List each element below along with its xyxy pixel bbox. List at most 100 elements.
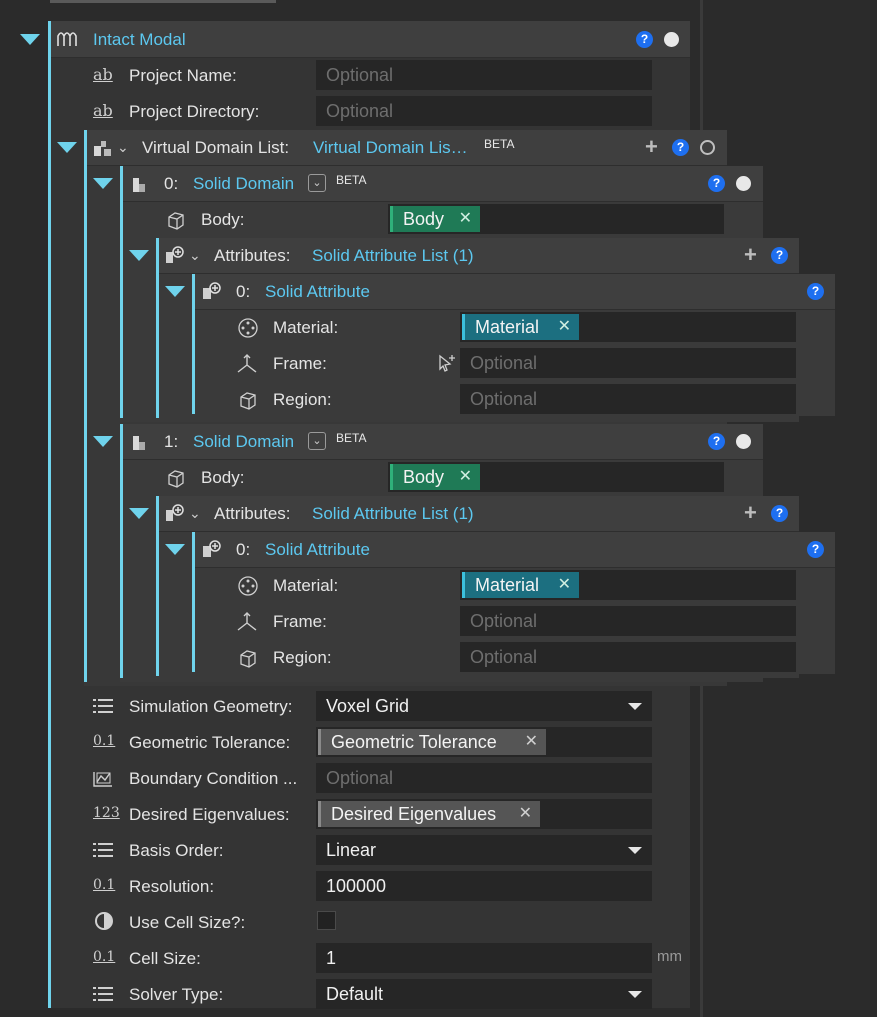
domain-1-frame-input[interactable]: Optional bbox=[460, 606, 796, 636]
list-settings-icon bbox=[93, 843, 113, 857]
domain-1-body-chip-label: Body bbox=[403, 467, 445, 487]
project-directory-input[interactable]: Optional bbox=[316, 96, 652, 126]
simulation-geometry-select[interactable]: Voxel Grid bbox=[316, 691, 652, 721]
domain-0-material-field[interactable]: Material ✕ bbox=[460, 312, 796, 342]
domain-0-body-chip[interactable]: Body ✕ bbox=[390, 206, 480, 232]
domain-0-attr-list-help-icon[interactable]: ? bbox=[771, 247, 788, 264]
domain-0-body-remove-icon[interactable]: ✕ bbox=[459, 206, 472, 232]
domain-0-material-remove-icon[interactable]: ✕ bbox=[558, 314, 571, 340]
geometric-tolerance-chip[interactable]: Geometric Tolerance ✕ bbox=[318, 729, 546, 755]
basis-order-dropdown-icon bbox=[628, 847, 642, 854]
boundary-condition-label: Boundary Condition ... bbox=[129, 769, 298, 788]
domain-1-solid-attr-collapse-toggle[interactable] bbox=[165, 544, 185, 555]
vdl-help-icon[interactable]: ? bbox=[672, 139, 689, 156]
vdl-beta-badge: BETA bbox=[484, 137, 515, 151]
domain-1-dropdown-chevron-icon[interactable]: ⌄ bbox=[308, 432, 326, 450]
domain-0-frame-input[interactable]: Optional bbox=[460, 348, 796, 378]
decimal-value-icon: 0.1 bbox=[93, 877, 116, 893]
domain-1-body-remove-icon[interactable]: ✕ bbox=[459, 464, 472, 490]
project-directory-label: Project Directory: bbox=[129, 102, 260, 121]
solid-domain-icon bbox=[133, 436, 145, 450]
vdl-chevron-down-icon[interactable]: ⌄ bbox=[117, 139, 129, 155]
domain-0-status-dot[interactable] bbox=[736, 176, 751, 191]
domain-0-region-input[interactable]: Optional bbox=[460, 384, 796, 414]
domain-1-attr-title[interactable]: Solid Attribute bbox=[265, 540, 370, 560]
solver-type-select[interactable]: Default bbox=[316, 979, 652, 1009]
frame-axes-icon bbox=[237, 612, 257, 631]
domain-1-attr-value[interactable]: Solid Attribute List (1) bbox=[312, 504, 474, 524]
domain-0-help-icon[interactable]: ? bbox=[708, 175, 725, 192]
domain-0-region-placeholder: Optional bbox=[470, 389, 538, 409]
domain-0-material-chip-label: Material bbox=[475, 317, 540, 337]
domain-1-body-chip[interactable]: Body ✕ bbox=[390, 464, 480, 490]
domain-0-solid-attr-help-icon[interactable]: ? bbox=[807, 283, 824, 300]
domain-0-dropdown-chevron-icon[interactable]: ⌄ bbox=[308, 174, 326, 192]
solid-attribute-icon bbox=[203, 540, 221, 557]
domain-1-region-input[interactable]: Optional bbox=[460, 642, 796, 672]
project-name-label: Project Name: bbox=[129, 66, 237, 85]
domain-0-collapse-toggle[interactable] bbox=[93, 178, 113, 189]
domain-1-attr-list-help-icon[interactable]: ? bbox=[771, 505, 788, 522]
project-name-input[interactable]: Optional bbox=[316, 60, 652, 90]
intact-modal-status-dot[interactable] bbox=[664, 32, 679, 47]
domain-0-frame-placeholder: Optional bbox=[470, 353, 538, 373]
boundary-condition-icon bbox=[93, 772, 112, 787]
domain-1-material-remove-icon[interactable]: ✕ bbox=[558, 572, 571, 598]
geometric-tolerance-label: Geometric Tolerance: bbox=[129, 733, 291, 752]
domain-0-attr-title[interactable]: Solid Attribute bbox=[265, 282, 370, 302]
use-cell-size-checkbox[interactable] bbox=[317, 911, 336, 930]
intact-modal-title[interactable]: Intact Modal bbox=[93, 30, 186, 50]
domain-1-index: 1: bbox=[164, 432, 179, 451]
cell-size-value: 1 bbox=[326, 948, 337, 968]
vdl-accent-bar bbox=[84, 130, 87, 682]
domain-1-status-dot[interactable] bbox=[736, 434, 751, 449]
domain-0-attr-list-chevron-icon[interactable]: ⌄ bbox=[189, 247, 201, 263]
domain-1-body-field[interactable]: Body ✕ bbox=[388, 462, 724, 492]
vdl-add-plus-icon[interactable]: + bbox=[645, 136, 658, 158]
desired-eigenvalues-field[interactable]: Desired Eigenvalues ✕ bbox=[316, 799, 652, 829]
domain-0-attr-value[interactable]: Solid Attribute List (1) bbox=[312, 246, 474, 266]
domain-1-material-chip[interactable]: Material ✕ bbox=[462, 572, 579, 598]
region-wireframe-icon bbox=[240, 392, 256, 410]
geometric-tolerance-remove-icon[interactable]: ✕ bbox=[525, 729, 538, 755]
domain-1-solid-attr-help-icon[interactable]: ? bbox=[807, 541, 824, 558]
domain-0-title[interactable]: Solid Domain bbox=[193, 174, 294, 194]
intact-modal-help-icon[interactable]: ? bbox=[636, 31, 653, 48]
cell-size-input[interactable]: 1 bbox=[316, 943, 652, 973]
domain-1-accent-bar bbox=[120, 424, 123, 678]
vdl-status-ring[interactable] bbox=[700, 140, 715, 155]
resolution-label: Resolution: bbox=[129, 877, 215, 896]
simulation-geometry-label: Simulation Geometry: bbox=[129, 697, 293, 716]
basis-order-select[interactable]: Linear bbox=[316, 835, 652, 865]
domain-0-attr-add-plus-icon[interactable]: + bbox=[744, 244, 757, 266]
resolution-input[interactable]: 100000 bbox=[316, 871, 652, 901]
desired-eigenvalues-chip[interactable]: Desired Eigenvalues ✕ bbox=[318, 801, 540, 827]
project-directory-placeholder: Optional bbox=[326, 101, 394, 121]
geometric-tolerance-field[interactable]: Geometric Tolerance ✕ bbox=[316, 727, 652, 757]
domain-1-material-field[interactable]: Material ✕ bbox=[460, 570, 796, 600]
domain-1-attr-add-plus-icon[interactable]: + bbox=[744, 502, 757, 524]
material-icon bbox=[238, 318, 258, 338]
domain-0-solid-attr-collapse-toggle[interactable] bbox=[165, 286, 185, 297]
domain-0-accent-bar bbox=[120, 166, 123, 418]
vdl-collapse-toggle[interactable] bbox=[57, 142, 77, 153]
boundary-condition-placeholder: Optional bbox=[326, 768, 394, 788]
domain-0-body-field[interactable]: Body ✕ bbox=[388, 204, 724, 234]
intact-modal-collapse-toggle[interactable] bbox=[20, 34, 40, 45]
modal-wave-icon bbox=[57, 32, 77, 46]
domain-1-collapse-toggle[interactable] bbox=[93, 436, 113, 447]
domain-0-attr-list-collapse-toggle[interactable] bbox=[129, 250, 149, 261]
domain-1-attr-list-collapse-toggle[interactable] bbox=[129, 508, 149, 519]
domain-0-material-chip[interactable]: Material ✕ bbox=[462, 314, 579, 340]
material-icon bbox=[238, 576, 258, 596]
pick-cursor-icon[interactable] bbox=[436, 352, 458, 374]
top-scroll-strip bbox=[50, 0, 276, 3]
domain-1-title[interactable]: Solid Domain bbox=[193, 432, 294, 452]
desired-eigenvalues-remove-icon[interactable]: ✕ bbox=[519, 801, 532, 827]
vdl-label: Virtual Domain List: bbox=[142, 138, 290, 157]
domain-1-attr-list-chevron-icon[interactable]: ⌄ bbox=[189, 505, 201, 521]
domain-1-help-icon[interactable]: ? bbox=[708, 433, 725, 450]
cell-size-unit: mm bbox=[657, 948, 682, 965]
boundary-condition-input[interactable]: Optional bbox=[316, 763, 652, 793]
vdl-value[interactable]: Virtual Domain Lis… bbox=[313, 138, 468, 158]
